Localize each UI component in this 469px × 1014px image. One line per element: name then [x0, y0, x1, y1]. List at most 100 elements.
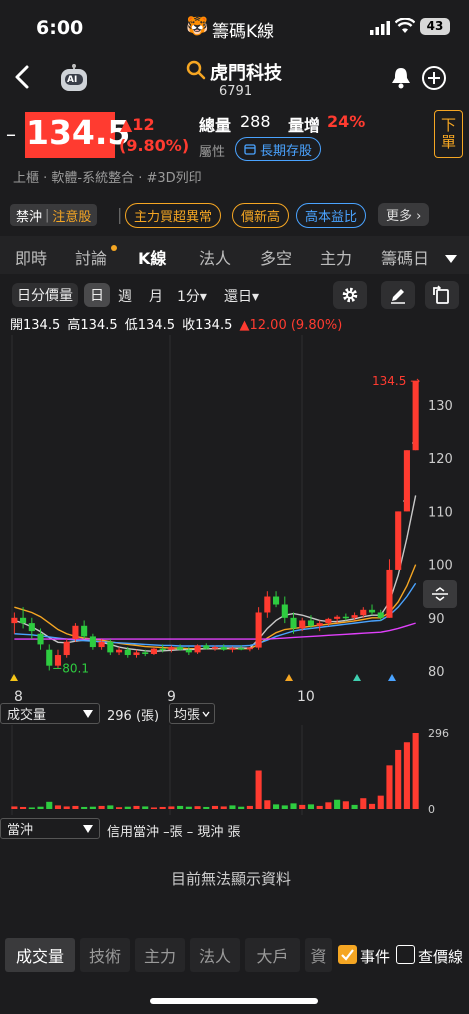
volume-bar	[386, 765, 393, 809]
bottom-tab-volume[interactable]: 成交量	[5, 938, 75, 972]
volume-selector-label: 成交量	[7, 708, 47, 723]
event-marker-icon	[353, 674, 361, 681]
volume-bar	[255, 770, 262, 809]
candle	[150, 648, 157, 654]
volume-bar	[203, 806, 210, 809]
ai-robot-button[interactable]: AI	[56, 64, 92, 94]
order-button[interactable]: 下單	[434, 110, 463, 158]
order-button-label: 下單	[439, 117, 457, 151]
stock-code: 6791	[219, 84, 253, 99]
close-value: 134.5	[195, 318, 233, 333]
volume-bar	[238, 806, 245, 809]
price-query-checkbox-label: 查價線	[418, 948, 464, 966]
warning-tag[interactable]: 禁沖 | 注意股	[10, 204, 98, 226]
volume-bar	[220, 806, 227, 809]
price-query-checkbox[interactable]	[396, 945, 415, 964]
price-scale-handle[interactable]	[423, 580, 457, 608]
event-checkbox-label: 事件	[360, 948, 391, 966]
pen-icon	[391, 289, 405, 304]
event-marker-icon	[388, 674, 396, 681]
low-marker-label: 80.1	[62, 661, 89, 675]
price-change-pct: (9.80%)	[119, 136, 190, 155]
signal-icon	[370, 20, 390, 35]
back-icon[interactable]	[12, 64, 32, 94]
tag-more-button[interactable]: 更多 ›	[378, 203, 430, 226]
period-week-button[interactable]: 週	[118, 286, 132, 306]
bottom-tab-bar: 成交量 技術 主力 法人 大戶 資 事件 查價線	[0, 934, 469, 976]
period-month-button[interactable]: 月	[149, 286, 163, 306]
tab-major[interactable]: 主力	[320, 245, 352, 269]
volume-bar	[290, 803, 297, 809]
tag-major-buy[interactable]: 主力買超異常	[125, 203, 222, 228]
volume-bar	[133, 805, 140, 809]
price-axis-label: 110	[428, 505, 453, 520]
volume-current: 296 (張)	[107, 709, 160, 724]
minute-select[interactable]: 1分▾	[177, 286, 207, 306]
volume-selector[interactable]: 成交量	[0, 703, 100, 724]
battery-icon: 43	[420, 18, 450, 35]
volume-bar	[273, 804, 280, 809]
daytrade-info: 信用當沖 –張 – 現沖 張	[107, 825, 241, 840]
search-icon[interactable]	[186, 60, 206, 84]
tab-chip-daily[interactable]: 籌碼日	[381, 245, 429, 269]
tab-institutional[interactable]: 法人	[199, 245, 231, 269]
tab-kline[interactable]: K線	[138, 245, 166, 269]
candle	[28, 623, 35, 632]
event-checkbox[interactable]	[338, 945, 357, 964]
stock-name[interactable]: 虎門科技	[210, 59, 282, 85]
volume-bar	[107, 805, 114, 809]
low-label: 低	[124, 318, 138, 333]
volume-bar	[150, 807, 157, 809]
bottom-tab-institutional[interactable]: 法人	[190, 938, 240, 972]
attribute-tag-label: 長期存股	[260, 143, 313, 159]
candle	[368, 609, 376, 613]
volume-value: 288	[240, 112, 271, 131]
volume-label: 總量	[199, 116, 232, 135]
tag-high-pe[interactable]: 高本益比	[296, 203, 367, 228]
bottom-tab-margin[interactable]: 資	[305, 938, 332, 972]
dropdown-arrow-icon	[83, 824, 93, 833]
volume-bar	[307, 804, 315, 809]
ohlc-line: 開134.5 高134.5 低134.5 收134.5 ▲12.00 (9.80…	[10, 314, 342, 333]
bell-icon[interactable]	[390, 66, 412, 94]
add-watchlist-icon[interactable]	[421, 65, 447, 95]
avg-select[interactable]: 均張	[169, 703, 216, 724]
volume-bar	[46, 801, 53, 809]
volume-bar	[142, 806, 149, 809]
attribute-tag[interactable]: 長期存股	[235, 137, 322, 161]
tab-discussion[interactable]: 討論	[75, 245, 107, 269]
draw-button[interactable]	[381, 281, 415, 309]
price-axis-label: 130	[428, 399, 453, 414]
daytrade-selector[interactable]: 當沖	[0, 818, 100, 839]
bottom-tab-large-holders[interactable]: 大戶	[245, 938, 300, 972]
bottom-tab-technical[interactable]: 技術	[80, 938, 130, 972]
period-day-button[interactable]: 日	[84, 283, 110, 307]
volume-bar	[229, 805, 236, 809]
minute-volume-button[interactable]: 日分價量	[12, 283, 78, 307]
tab-realtime[interactable]: 即時	[15, 245, 47, 269]
volume-bar	[89, 806, 96, 809]
volume-bar	[194, 806, 201, 809]
high-value: 134.5	[80, 318, 118, 333]
candle	[307, 620, 315, 626]
price-chart[interactable]: 1301201101009080134.5 →80.18 9 10	[0, 335, 469, 705]
settings-button[interactable]	[333, 281, 367, 309]
volume-bar	[185, 806, 192, 809]
candle	[185, 649, 192, 653]
tag-new-high[interactable]: 價新高	[232, 203, 290, 228]
candle	[54, 655, 62, 666]
tab-long-short[interactable]: 多空	[260, 245, 292, 269]
fullscreen-button[interactable]	[425, 281, 459, 309]
volume-bar	[28, 807, 35, 809]
candle	[211, 647, 219, 649]
restore-select[interactable]: 還日▾	[224, 286, 259, 306]
bottom-tab-major[interactable]: 主力	[135, 938, 185, 972]
candle	[290, 617, 297, 629]
tab-dropdown-icon[interactable]	[444, 249, 458, 268]
candle	[342, 616, 349, 619]
candle	[133, 652, 140, 656]
open-label: 開	[10, 318, 24, 333]
chevron-down-icon	[202, 711, 210, 717]
candle	[142, 652, 149, 654]
volume-bar	[37, 806, 44, 809]
